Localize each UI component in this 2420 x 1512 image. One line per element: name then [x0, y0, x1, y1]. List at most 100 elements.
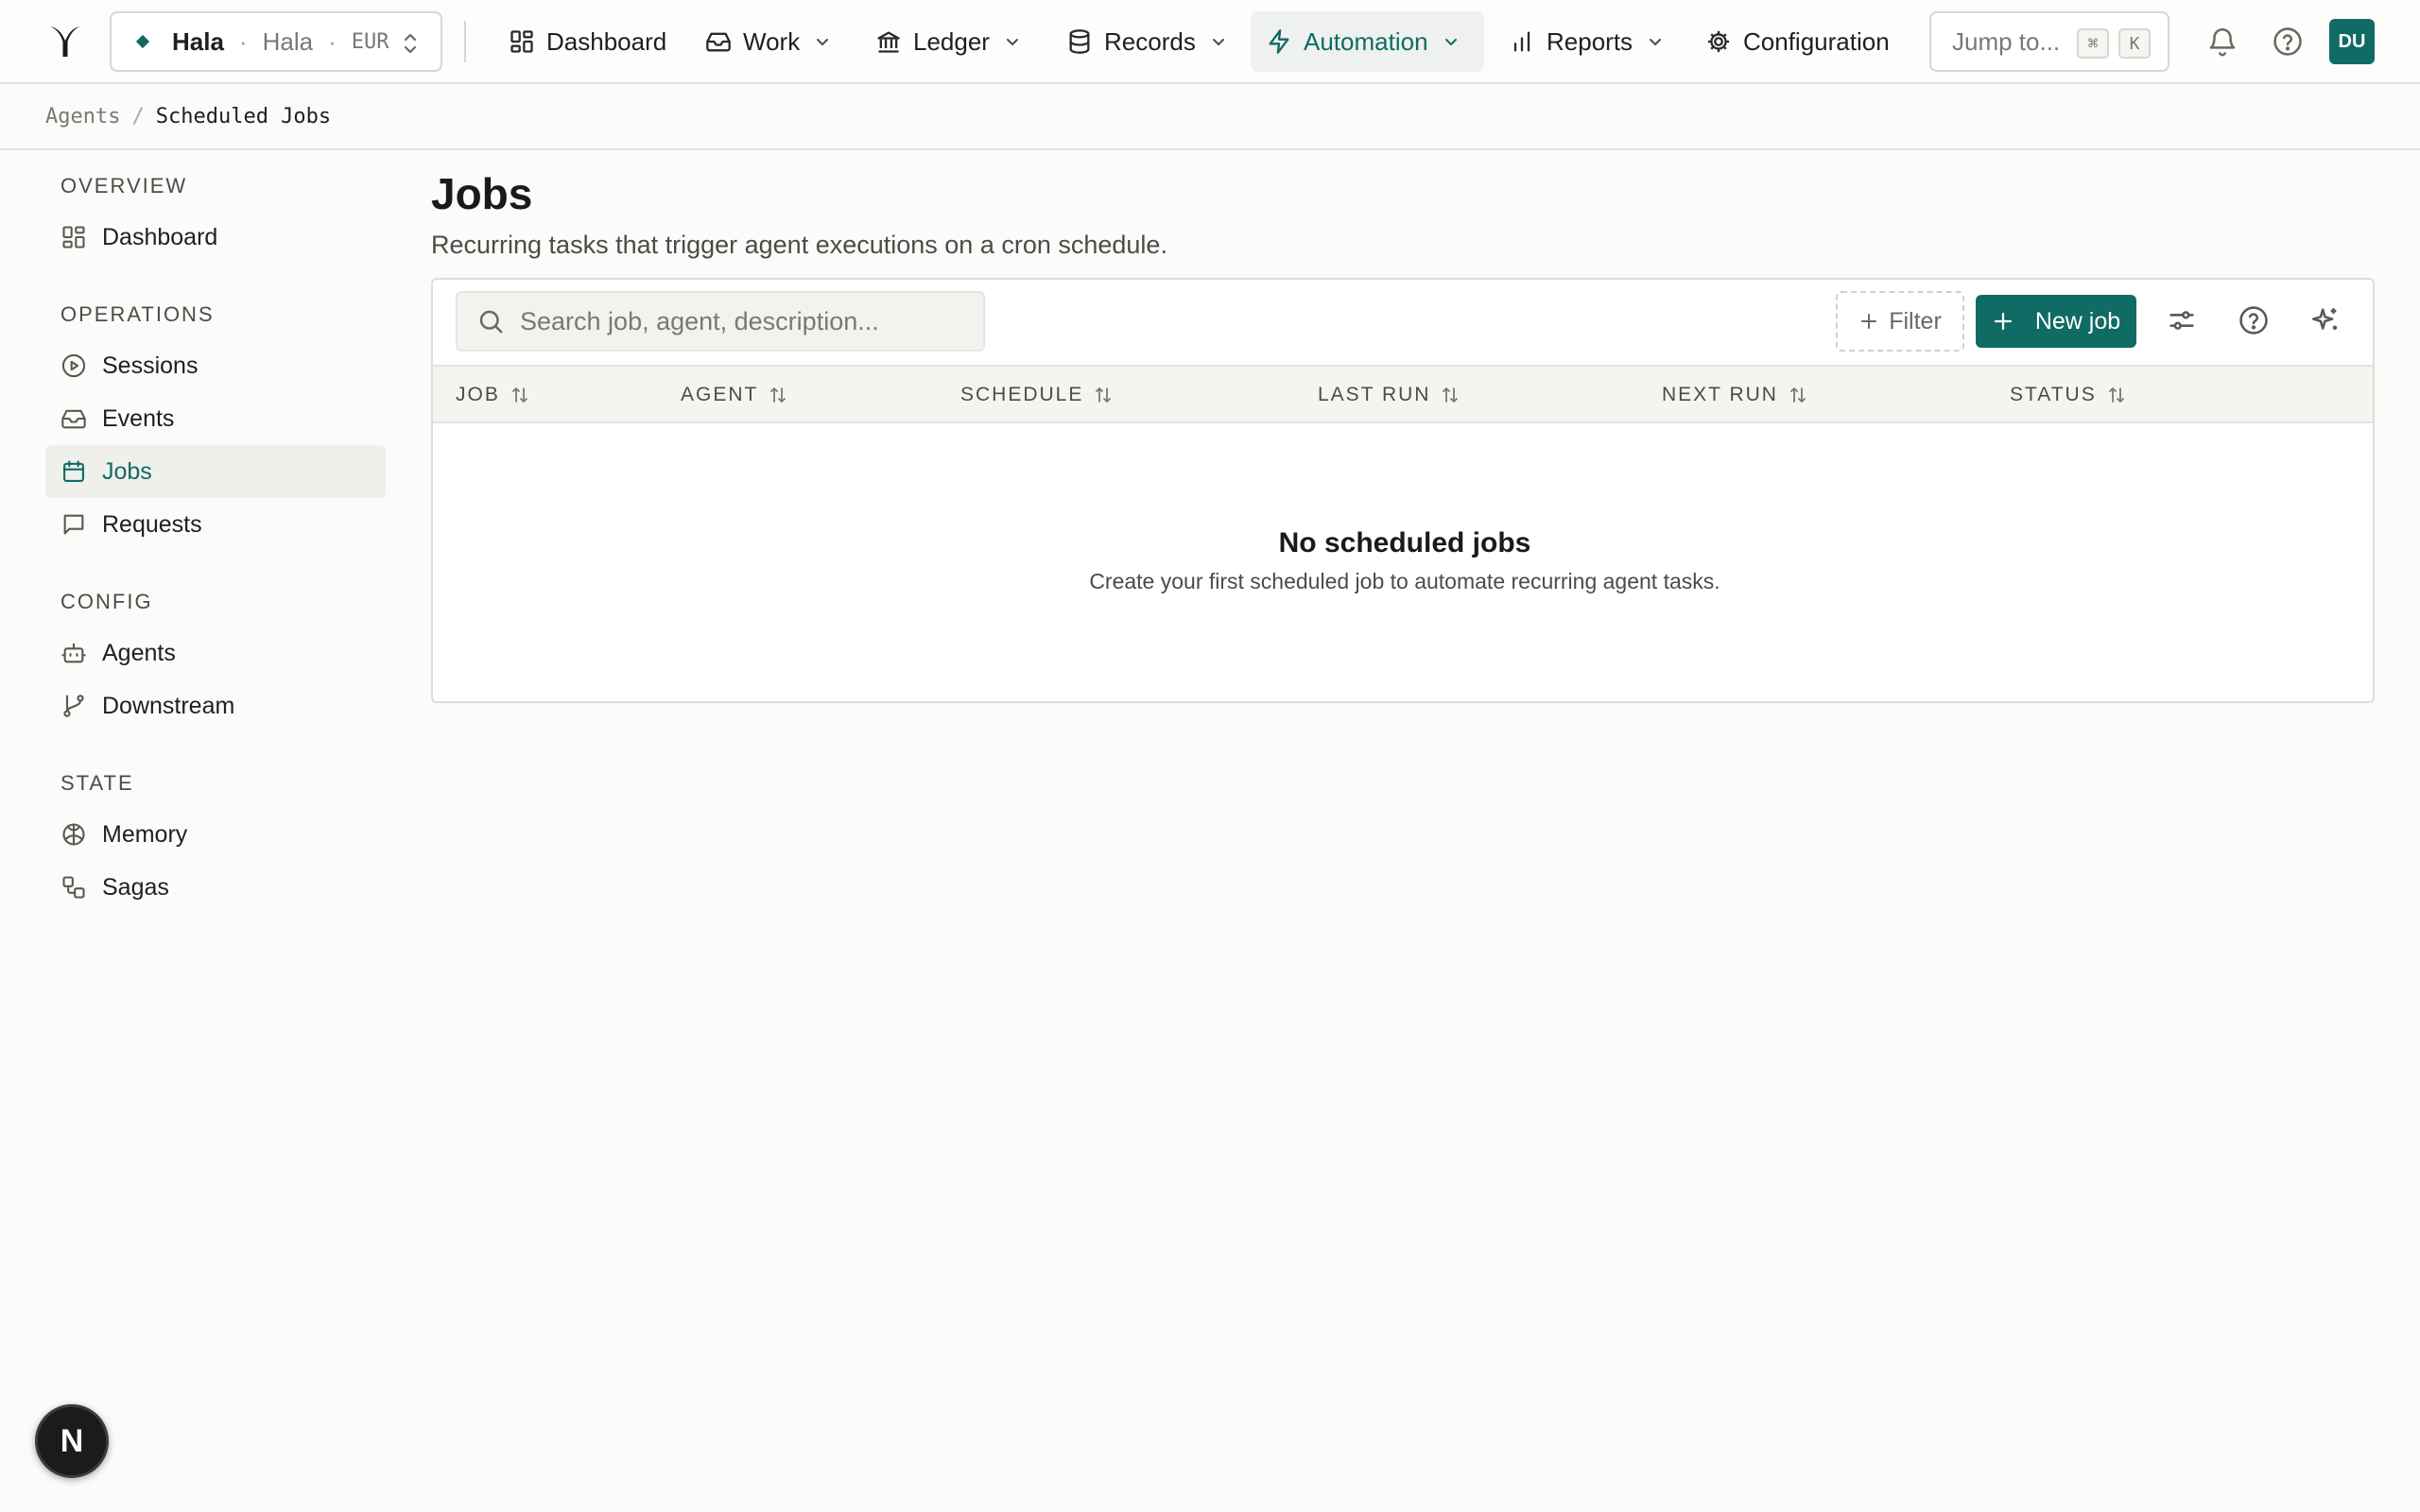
breadcrumb: Agents / Scheduled Jobs [0, 84, 2420, 150]
nav-ledger[interactable]: Ledger [860, 11, 1037, 72]
sort-arrows-icon [768, 385, 788, 405]
top-navigation-bar: Hala · Hala · EUR Dashboard Work Ledger [0, 0, 2420, 84]
gear-icon [1705, 28, 1732, 55]
column-header-next-run[interactable]: NEXT RUN [1662, 367, 1808, 423]
new-job-button[interactable]: New job [1976, 295, 2136, 348]
filter-button[interactable]: Filter [1836, 291, 1964, 352]
sort-arrows-icon [1093, 385, 1114, 405]
k-key-badge: K [2118, 28, 2151, 59]
nav-automation-label: Automation [1304, 26, 1428, 56]
nav-work-label: Work [743, 26, 801, 56]
page-subtitle: Recurring tasks that trigger agent execu… [431, 231, 1167, 259]
jump-placeholder: Jump to... [1952, 26, 2061, 56]
bar-chart-icon [1509, 28, 1535, 55]
sidebar-section-operations: OPERATIONS [60, 302, 215, 326]
nav-reports[interactable]: Reports [1494, 11, 1680, 72]
organization-switcher[interactable]: Hala · Hala · EUR [110, 11, 442, 72]
column-label: JOB [456, 384, 500, 405]
user-avatar[interactable]: DU [2329, 19, 2375, 64]
column-header-status[interactable]: STATUS [2010, 367, 2127, 423]
sort-arrows-icon [510, 385, 530, 405]
breadcrumb-parent-link[interactable]: Agents [45, 105, 120, 129]
sidebar-item-sessions[interactable]: Sessions [45, 339, 386, 392]
plus-icon [1858, 311, 1879, 332]
sidebar-item-label: Dashboard [102, 223, 218, 250]
sidebar-item-label: Events [102, 404, 175, 432]
nav-divider [464, 21, 466, 62]
nav-records[interactable]: Records [1051, 11, 1243, 72]
page-title: Jobs [431, 169, 533, 218]
nav-configuration[interactable]: Configuration [1690, 11, 1905, 72]
column-label: SCHEDULE [960, 384, 1084, 405]
new-job-label: New job [2034, 307, 2121, 335]
git-branch-icon [60, 693, 87, 719]
sidebar-item-jobs[interactable]: Jobs [45, 445, 386, 498]
org-entity: Hala [262, 26, 314, 56]
sidebar-item-agents[interactable]: Agents [45, 627, 386, 679]
nav-work[interactable]: Work [690, 11, 847, 72]
jump-to-search[interactable]: Jump to... ⌘ K [1929, 11, 2169, 72]
chevron-down-icon [1209, 32, 1228, 51]
sidebar-item-downstream[interactable]: Downstream [45, 679, 386, 732]
sidebar-item-events[interactable]: Events [45, 392, 386, 445]
empty-state-message: Create your first scheduled job to autom… [1089, 569, 1720, 593]
sidebar-section-config: CONFIG [60, 590, 153, 613]
sidebar-item-label: Jobs [102, 457, 152, 485]
search-icon [476, 307, 505, 335]
zap-icon [1266, 28, 1292, 55]
column-label: AGENT [681, 384, 759, 405]
org-currency: EUR [351, 29, 389, 54]
nav-dashboard[interactable]: Dashboard [493, 11, 682, 72]
sidebar-section-state: STATE [60, 771, 134, 795]
help-circle-icon[interactable] [2272, 26, 2304, 58]
help-circle-icon[interactable] [2238, 304, 2270, 336]
breadcrumb-separator: / [131, 104, 145, 129]
sidebar-item-label: Agents [102, 639, 176, 666]
sidebar-item-requests[interactable]: Requests [45, 498, 386, 551]
org-separator: · [238, 26, 248, 56]
sidebar-item-label: Requests [102, 510, 202, 538]
workflow-icon [60, 874, 87, 901]
command-key-badge: ⌘ [2077, 28, 2109, 59]
nav-automation[interactable]: Automation [1251, 11, 1484, 72]
nav-ledger-label: Ledger [913, 26, 990, 56]
sidebar-item-memory[interactable]: Memory [45, 808, 386, 861]
search-input[interactable] [520, 306, 974, 336]
org-diamond-icon [135, 34, 150, 49]
message-square-icon [60, 511, 87, 538]
sidebar-item-label: Sagas [102, 873, 169, 901]
play-circle-icon [60, 352, 87, 379]
column-header-job[interactable]: JOB [456, 367, 530, 423]
column-header-schedule[interactable]: SCHEDULE [960, 367, 1114, 423]
chevron-down-icon [813, 32, 832, 51]
sliders-icon[interactable] [2166, 304, 2198, 336]
org-name: Hala [172, 26, 224, 56]
column-header-last-run[interactable]: LAST RUN [1318, 367, 1461, 423]
sort-arrows-icon [2106, 385, 2127, 405]
grid-icon [60, 224, 87, 250]
chevron-down-icon [1003, 32, 1022, 51]
dev-tools-badge[interactable]: N [35, 1404, 109, 1478]
plus-icon [1992, 310, 2014, 333]
nav-dashboard-label: Dashboard [546, 26, 667, 56]
chevron-down-icon [1646, 32, 1665, 51]
inbox-icon [60, 405, 87, 432]
column-label: LAST RUN [1318, 384, 1431, 405]
jobs-table-panel: Filter New job JOB AGENT SCHEDULE [431, 278, 2375, 703]
sort-arrows-icon [1440, 385, 1461, 405]
sidebar-item-dashboard[interactable]: Dashboard [45, 211, 386, 264]
app-logo-icon[interactable] [46, 23, 84, 60]
sidebar-item-label: Sessions [102, 352, 199, 379]
column-header-agent[interactable]: AGENT [681, 367, 788, 423]
sidebar-item-label: Memory [102, 820, 188, 848]
sparkles-icon[interactable] [2309, 304, 2342, 336]
calendar-icon [60, 458, 87, 485]
bot-icon [60, 640, 87, 666]
bell-icon[interactable] [2206, 26, 2238, 58]
bank-icon [875, 28, 902, 55]
search-box[interactable] [456, 291, 985, 352]
sidebar-item-sagas[interactable]: Sagas [45, 861, 386, 914]
inbox-icon [705, 28, 732, 55]
sidebar-item-label: Downstream [102, 692, 235, 719]
nav-records-label: Records [1104, 26, 1196, 56]
